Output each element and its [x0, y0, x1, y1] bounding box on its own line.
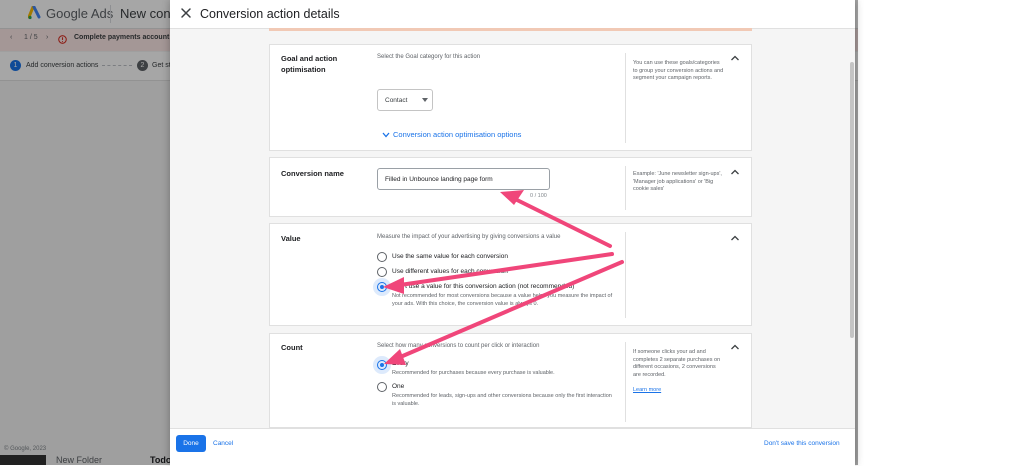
radio-one[interactable] [377, 382, 387, 392]
conversion-details-panel: Conversion action details Goal and actio… [170, 0, 855, 466]
conversion-name-card: Conversion name Filled in Unbounce landi… [269, 157, 752, 217]
dropdown-value: Contact [385, 97, 408, 104]
count-card-label: Count [281, 343, 303, 352]
value-card: Value Measure the impact of your adverti… [269, 223, 752, 326]
caret-down-icon [422, 98, 428, 102]
count-card: Count Select how many conversions to cou… [269, 333, 752, 428]
radio-same-value[interactable] [377, 252, 387, 262]
right-blank-area [858, 0, 1024, 465]
panel-header: Conversion action details [170, 0, 855, 29]
value-card-label: Value [281, 234, 301, 243]
conversion-name-input[interactable]: Filled in Unbounce landing page form [377, 168, 550, 190]
radio-one-description: Recommended for leads, sign-ups and othe… [392, 393, 612, 407]
radio-different-values[interactable] [377, 267, 387, 277]
radio-same-value-label: Use the same value for each conversion [392, 253, 508, 260]
card-divider [625, 53, 626, 143]
card-divider [625, 232, 626, 318]
collapse-chevron-up-icon[interactable] [730, 343, 740, 351]
card-divider [625, 342, 626, 422]
chevron-down-icon [382, 132, 390, 138]
dont-save-button[interactable]: Don't save this conversion [764, 435, 840, 452]
radio-one-label: One [392, 383, 405, 390]
scrollbar-thumb[interactable] [850, 62, 854, 338]
panel-title: Conversion action details [200, 7, 340, 21]
collapse-chevron-up-icon[interactable] [730, 54, 740, 62]
count-card-hint: Select how many conversions to count per… [377, 343, 540, 349]
cancel-button[interactable]: Cancel [213, 435, 233, 452]
goal-card-hint: Select the Goal category for this action [377, 54, 481, 60]
goal-optimisation-card: Goal and action optimisation Select the … [269, 44, 752, 151]
radio-different-values-label: Use different values for each conversion [392, 268, 508, 275]
goal-card-label: Goal and action optimisation [281, 54, 338, 74]
done-button[interactable]: Done [176, 435, 206, 452]
name-card-label: Conversion name [281, 169, 344, 178]
radio-every-description: Recommended for purchases because every … [392, 370, 555, 376]
name-card-help: Example: 'June newsletter sign-ups', 'Ma… [633, 171, 722, 192]
goal-category-dropdown[interactable]: Contact [377, 89, 433, 111]
character-count: 0 / 100 [530, 193, 547, 199]
accent-strip [269, 28, 752, 31]
collapse-chevron-up-icon[interactable] [730, 168, 740, 176]
conversion-name-value: Filled in Unbounce landing page form [385, 176, 493, 183]
close-icon[interactable] [178, 5, 194, 21]
count-card-help: If someone clicks your ad and completes … [633, 349, 721, 378]
collapse-chevron-up-icon[interactable] [730, 234, 740, 242]
radio-every[interactable] [377, 360, 387, 370]
optimisation-options-label: Conversion action optimisation options [393, 130, 522, 139]
card-divider [625, 166, 626, 210]
radio-no-value-description: Not recommended for most conversions bec… [392, 293, 613, 307]
goal-card-help: You can use these goals/categories to gr… [633, 60, 724, 81]
radio-no-value[interactable] [377, 282, 387, 292]
learn-more-link[interactable]: Learn more [633, 387, 661, 393]
radio-no-value-label: Don't use a value for this conversion ac… [392, 283, 575, 290]
value-card-hint: Measure the impact of your advertising b… [377, 234, 561, 240]
radio-every-label: Every [392, 360, 409, 367]
panel-footer: Done Cancel Don't save this conversion [170, 428, 855, 466]
